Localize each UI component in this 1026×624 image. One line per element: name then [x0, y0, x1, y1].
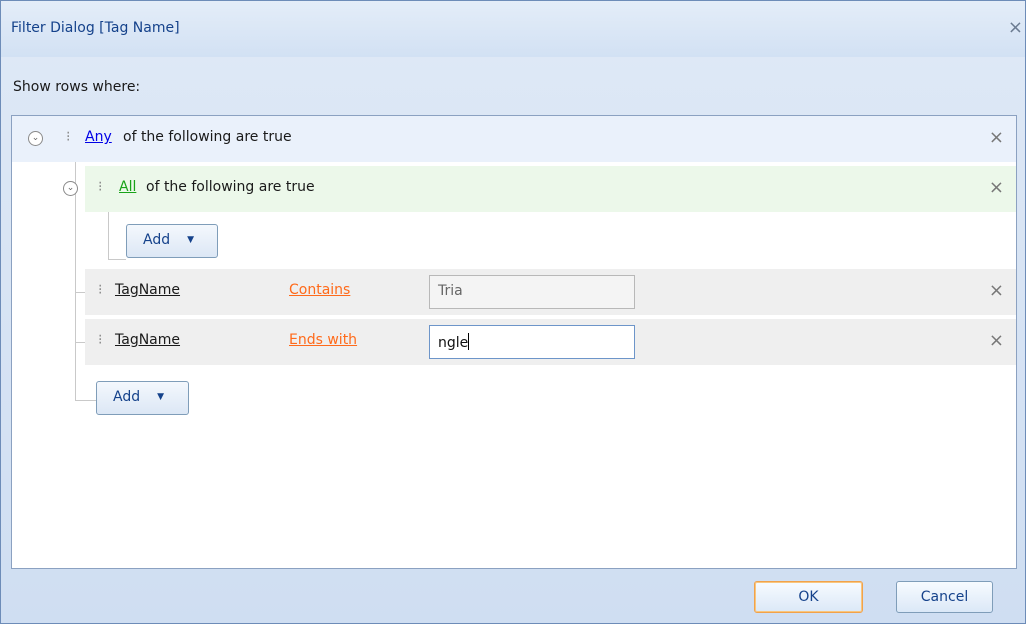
operator-link[interactable]: Contains — [289, 282, 350, 298]
remove-icon[interactable]: × — [989, 280, 1004, 301]
chevron-down-icon: ▼ — [187, 235, 195, 245]
add-button-label: Add — [143, 232, 171, 248]
any-operator-link[interactable]: Any — [85, 129, 112, 145]
operator-link[interactable]: Ends with — [289, 332, 357, 348]
tree-line-all — [108, 212, 109, 260]
cancel-button[interactable]: Cancel — [896, 581, 993, 613]
condition-row: ⁝ TagName Ends with ngle × — [85, 319, 1016, 365]
all-group-text: of the following are true — [146, 179, 315, 195]
dialog-subtitle: Show rows where: — [13, 79, 141, 95]
all-operator-link[interactable]: All — [119, 179, 136, 195]
add-button-all[interactable]: Add ▼ — [126, 224, 218, 258]
drag-handle-icon[interactable]: ⁝ — [98, 332, 102, 348]
add-button-any[interactable]: Add ▼ — [96, 381, 189, 415]
filter-dialog: Filter Dialog [Tag Name] × Show rows whe… — [0, 0, 1026, 624]
collapse-icon[interactable]: ⌄ — [28, 131, 43, 146]
filter-panel: ⌄ ⁝ Any of the following are true × ⌄ ⁝ … — [11, 115, 1017, 569]
all-group-row: ⌄ ⁝ All of the following are true × — [63, 166, 1016, 212]
tree-line-add-any — [75, 400, 96, 401]
add-button-label: Add — [113, 389, 141, 405]
drag-handle-icon[interactable]: ⁝ — [98, 282, 102, 298]
value-field[interactable]: Tria — [429, 275, 635, 309]
text-cursor — [468, 333, 470, 350]
chevron-down-icon: ▼ — [157, 392, 165, 402]
remove-icon[interactable]: × — [989, 127, 1004, 148]
condition-row: ⁝ TagName Contains Tria × — [85, 269, 1016, 315]
tree-line-add-all — [108, 259, 126, 260]
drag-handle-icon[interactable]: ⁝ — [66, 129, 70, 145]
field-link[interactable]: TagName — [115, 282, 180, 298]
remove-icon[interactable]: × — [989, 330, 1004, 351]
dialog-title: Filter Dialog [Tag Name] — [11, 20, 180, 36]
collapse-icon[interactable]: ⌄ — [63, 181, 78, 196]
field-link[interactable]: TagName — [115, 332, 180, 348]
remove-icon[interactable]: × — [989, 177, 1004, 198]
ok-button[interactable]: OK — [754, 581, 863, 613]
value-input[interactable]: ngle — [429, 325, 635, 359]
any-group-text: of the following are true — [123, 129, 292, 145]
any-group-row: ⌄ ⁝ Any of the following are true × — [12, 116, 1016, 162]
drag-handle-icon[interactable]: ⁝ — [98, 179, 102, 195]
dialog-titlebar: Filter Dialog [Tag Name] × — [1, 1, 1025, 57]
close-icon[interactable]: × — [1008, 17, 1023, 38]
value-text: ngle — [438, 335, 469, 351]
